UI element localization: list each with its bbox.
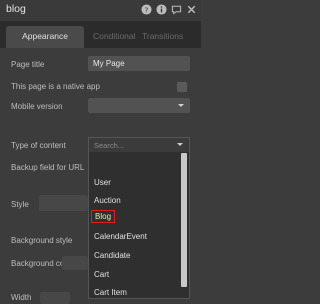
tab-transitions[interactable]: Transitions xyxy=(142,31,183,41)
help-icon[interactable]: ? xyxy=(141,4,152,15)
panel-title: blog xyxy=(6,3,26,15)
close-icon[interactable] xyxy=(186,4,197,15)
dropdown-item-user[interactable]: User xyxy=(94,178,111,187)
page-title-input[interactable]: My Page xyxy=(88,56,190,71)
svg-text:?: ? xyxy=(145,5,149,14)
type-of-content-search[interactable]: Search... xyxy=(89,138,189,152)
page-title-label: Page title xyxy=(11,60,45,69)
tab-appearance[interactable]: Appearance xyxy=(6,26,84,48)
dropdown-item-candidate[interactable]: Candidate xyxy=(94,251,130,260)
chevron-down-icon xyxy=(178,104,184,107)
dropdown-item-cart[interactable]: Cart xyxy=(94,270,109,279)
background-style-label: Background style xyxy=(11,236,73,245)
tab-conditional[interactable]: Conditional xyxy=(93,31,136,41)
dropdown-item-auction[interactable]: Auction xyxy=(94,196,121,205)
type-of-content-label: Type of content xyxy=(11,141,66,150)
backup-field-label: Backup field for URL xyxy=(11,163,85,172)
info-icon[interactable] xyxy=(156,4,167,15)
panel-header: blog ? xyxy=(0,0,201,22)
chevron-down-icon[interactable] xyxy=(177,143,183,146)
mobile-version-select[interactable] xyxy=(88,98,190,113)
native-app-label: This page is a native app xyxy=(11,82,100,91)
type-of-content-dropdown: Search... User Auction Blog CalendarEven… xyxy=(88,137,190,299)
dropdown-item-blog[interactable]: Blog xyxy=(91,210,116,223)
background-color-swatch[interactable] xyxy=(62,256,88,270)
style-select[interactable] xyxy=(39,195,88,211)
dropdown-item-calendarevent[interactable]: CalendarEvent xyxy=(94,232,147,241)
dropdown-scrollbar[interactable] xyxy=(181,153,187,287)
style-label: Style xyxy=(11,200,29,209)
width-label: Width xyxy=(11,293,32,302)
native-app-checkbox[interactable] xyxy=(177,82,187,92)
header-icons: ? xyxy=(141,4,197,15)
tab-bar: Appearance Conditional Transitions xyxy=(0,22,201,48)
mobile-version-label: Mobile version xyxy=(11,102,63,111)
comment-icon[interactable] xyxy=(171,4,182,15)
dropdown-item-cart-item[interactable]: Cart Item xyxy=(94,288,127,297)
width-input[interactable] xyxy=(40,292,70,304)
